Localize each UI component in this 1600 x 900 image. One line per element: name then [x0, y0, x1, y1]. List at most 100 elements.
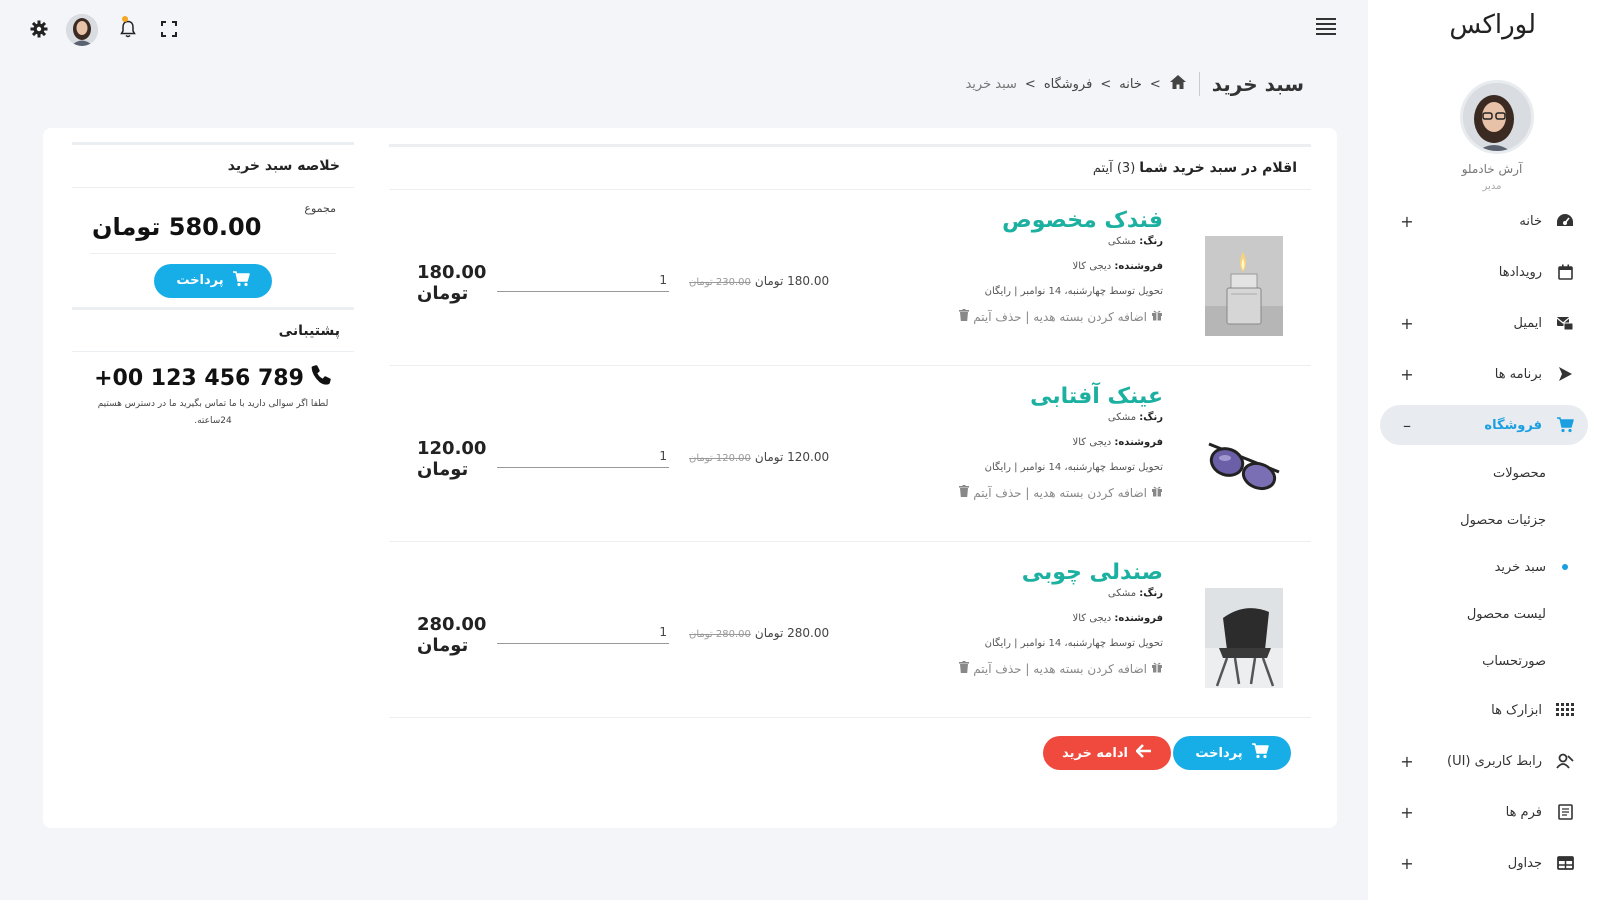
- expand-icon[interactable]: +: [1400, 212, 1414, 231]
- product-seller: فروشنده: دیجی کالا: [843, 261, 1164, 272]
- cart-summary: خلاصه سبد خرید مجموع 580.00 تومان پرداخت…: [72, 142, 354, 430]
- item-total-value: 120.00: [417, 438, 487, 459]
- sidebar-item-home[interactable]: خانه +: [1380, 201, 1588, 241]
- expand-icon[interactable]: +: [1400, 314, 1414, 333]
- quantity-input[interactable]: [497, 444, 669, 468]
- item-total-unit: تومان: [417, 635, 469, 656]
- checkout-button[interactable]: پرداخت: [1173, 736, 1291, 770]
- sidebar-subitem-invoice[interactable]: صورتحساب: [1380, 646, 1588, 676]
- expand-icon[interactable]: +: [1400, 803, 1414, 822]
- product-info: صندلی چوبی رنگ: مشکی فروشنده: دیجی کالا …: [843, 558, 1163, 676]
- bullet-icon: [1562, 517, 1568, 523]
- sidebar-subitem-cart[interactable]: سبد خرید: [1380, 552, 1588, 582]
- collapse-icon[interactable]: –: [1400, 416, 1414, 435]
- product-info: فندک مخصوص رنگ: مشکی فروشنده: دیجی کالا …: [843, 206, 1163, 324]
- product-actions: اضافه کردن بسته هدیه | حذف آیتم: [843, 661, 1163, 676]
- trash-icon[interactable]: [959, 661, 970, 676]
- old-price: 120.00 تومان: [689, 453, 751, 464]
- summary-pay-area: پرداخت: [72, 254, 354, 310]
- gift-icon[interactable]: [1151, 485, 1163, 500]
- summary-checkout-button[interactable]: پرداخت: [154, 263, 272, 298]
- user-avatar[interactable]: [66, 14, 98, 46]
- unit-price: 120.00 تومان120.00 تومان: [689, 450, 829, 464]
- sidebar-item-tables[interactable]: جداول +: [1380, 843, 1588, 883]
- cart-item: صندلی چوبی رنگ: مشکی فروشنده: دیجی کالا …: [389, 542, 1311, 718]
- sidebar-item-widgets[interactable]: ابزارک ها: [1380, 690, 1588, 730]
- product-name[interactable]: عینک آفتابی: [843, 382, 1163, 412]
- sidebar-item-shop[interactable]: فروشگاه –: [1380, 405, 1588, 445]
- fullscreen-icon[interactable]: [156, 16, 182, 42]
- item-total: 120.00 تومان: [417, 438, 486, 480]
- arrow-left-icon: [1135, 744, 1152, 762]
- item-total-value: 280.00: [417, 614, 487, 635]
- action-links[interactable]: اضافه کردن بسته هدیه | حذف آیتم: [973, 662, 1147, 676]
- sidebar-item-email[interactable]: ایمیل +: [1380, 303, 1588, 343]
- sidebar-item-label: برنامه ها: [1494, 366, 1542, 382]
- support-title: پشتیبانی: [72, 310, 354, 352]
- quantity-input[interactable]: [497, 620, 669, 644]
- sidebar-subitem-label: لیست محصول: [1466, 606, 1546, 622]
- gift-icon[interactable]: [1151, 661, 1163, 676]
- brand-logo[interactable]: لوراکس: [1449, 10, 1536, 40]
- gift-icon[interactable]: [1151, 309, 1163, 324]
- sidebar-subitem-product-details[interactable]: جزئیات محصول: [1380, 505, 1588, 535]
- home-icon[interactable]: [1169, 74, 1187, 94]
- notification-bell-icon[interactable]: [115, 16, 141, 42]
- sidebar-subitem-label: محصولات: [1493, 465, 1546, 481]
- sidebar-item-ui[interactable]: رابط کاربری (UI) +: [1380, 741, 1588, 781]
- item-total: 280.00 تومان: [417, 614, 486, 656]
- color-label: رنگ:: [1139, 588, 1163, 599]
- product-color: رنگ: مشکی: [843, 236, 1163, 247]
- product-name[interactable]: صندلی چوبی: [843, 558, 1163, 588]
- sidebar-subitem-product-list[interactable]: لیست محصول: [1380, 599, 1588, 629]
- breadcrumb-home[interactable]: خانه: [1119, 77, 1142, 92]
- expand-icon[interactable]: +: [1400, 752, 1414, 771]
- trash-icon[interactable]: [959, 309, 970, 324]
- expand-icon[interactable]: +: [1400, 365, 1414, 384]
- product-actions: اضافه کردن بسته هدیه | حذف آیتم: [843, 485, 1163, 500]
- settings-gear-icon[interactable]: [26, 16, 52, 42]
- cart-section: اقلام در سبد خرید شما (3) آیتم فندک مخصو…: [389, 144, 1311, 770]
- action-links[interactable]: اضافه کردن بسته هدیه | حذف آیتم: [973, 310, 1147, 324]
- apps-icon: [1554, 363, 1576, 385]
- support-note: لطفا اگر سوالی دارید با ما تماس بگیرید م…: [97, 399, 329, 426]
- bullet-icon: [1562, 658, 1568, 664]
- product-image-chair[interactable]: [1205, 588, 1283, 688]
- summary-title: خلاصه سبد خرید: [72, 142, 354, 188]
- unit-price: 180.00 تومان230.00 تومان: [689, 274, 829, 288]
- color-label: رنگ:: [1139, 236, 1163, 247]
- breadcrumb-shop[interactable]: فروشگاه: [1044, 77, 1093, 92]
- sidebar-subitem-products[interactable]: محصولات: [1380, 458, 1588, 488]
- item-total-unit: تومان: [417, 283, 469, 304]
- continue-shopping-button[interactable]: ادامه خرید: [1043, 736, 1171, 770]
- product-image-sunglasses[interactable]: [1205, 412, 1283, 512]
- action-links[interactable]: اضافه کردن بسته هدیه | حذف آیتم: [973, 486, 1147, 500]
- sidebar-item-apps[interactable]: برنامه ها +: [1380, 354, 1588, 394]
- trash-icon[interactable]: [959, 485, 970, 500]
- sidebar-item-label: خانه: [1519, 213, 1542, 229]
- unit-price: 280.00 تومان280.00 تومان: [689, 626, 829, 640]
- unit-price-value: 280.00 تومان: [754, 626, 830, 640]
- profile-role: مدیر: [1482, 181, 1502, 192]
- profile-avatar[interactable]: [1460, 80, 1534, 154]
- widgets-icon: [1554, 699, 1576, 721]
- sidebar-item-events[interactable]: رویدادها: [1380, 252, 1588, 292]
- sidebar-item-label: رویدادها: [1498, 264, 1542, 280]
- cart-icon: [1554, 414, 1576, 436]
- cart-icon: [232, 270, 250, 291]
- menu-toggle-icon[interactable]: [1316, 18, 1336, 38]
- sidebar-item-forms[interactable]: فرم ها +: [1380, 792, 1588, 832]
- support-phone[interactable]: +00 123 456 789: [72, 364, 354, 392]
- product-image-lighter[interactable]: [1205, 236, 1283, 336]
- seller-value: دیجی کالا: [1072, 613, 1112, 624]
- seller-value: دیجی کالا: [1072, 437, 1112, 448]
- product-seller: فروشنده: دیجی کالا: [843, 613, 1164, 624]
- heading-divider: [1198, 72, 1200, 96]
- bullet-icon: [1562, 564, 1568, 570]
- breadcrumb-separator: >: [1024, 76, 1036, 92]
- expand-icon[interactable]: +: [1400, 854, 1414, 873]
- old-price: 230.00 تومان: [689, 277, 751, 288]
- product-info: عینک آفتابی رنگ: مشکی فروشنده: دیجی کالا…: [843, 382, 1163, 500]
- product-name[interactable]: فندک مخصوص: [843, 206, 1163, 236]
- quantity-input[interactable]: [497, 268, 669, 292]
